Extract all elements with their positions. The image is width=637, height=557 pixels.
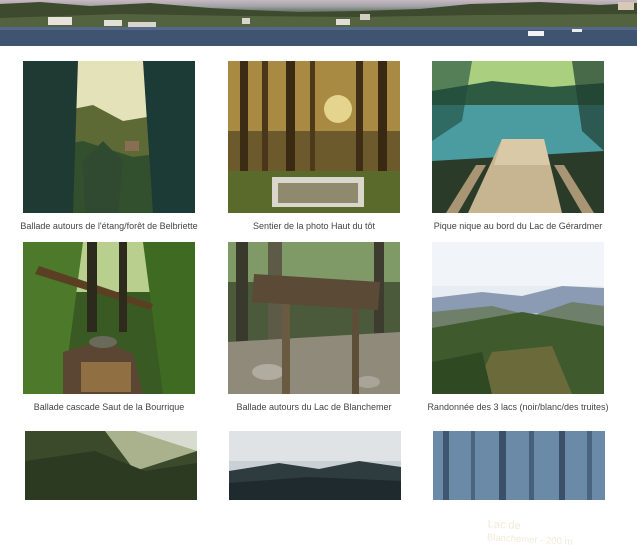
gallery-caption[interactable]: Pique nique au bord du Lac de Gérardmer (402, 220, 634, 232)
gallery-thumbnail[interactable] (25, 431, 197, 500)
gallery-thumbnail[interactable] (433, 431, 605, 500)
gallery-caption[interactable]: Ballade cascade Saut de la Bourrique (0, 401, 225, 413)
gallery-caption[interactable]: Randonnée des 3 lacs (noir/blanc/des tru… (392, 401, 637, 413)
gallery-thumbnail[interactable] (228, 61, 400, 213)
gallery-thumbnail[interactable] (432, 242, 604, 394)
gallery-caption[interactable]: Sentier de la photo Haut du tôt (198, 220, 430, 232)
gallery-thumbnail[interactable] (23, 242, 195, 394)
gallery-caption[interactable]: Ballade autours de l'étang/forêt de Belb… (0, 220, 225, 232)
gallery-thumbnail[interactable] (432, 61, 604, 213)
gallery-thumbnail[interactable] (229, 431, 401, 500)
gallery-thumbnail[interactable] (23, 61, 195, 213)
header-lake-panorama (0, 0, 637, 46)
sign-text-line-2: Blanchemer - 200 m (486, 532, 573, 548)
wooden-sign: Lac de Blanchemer - 200 m (480, 518, 609, 557)
sign-text-line-1: Lac de (487, 518, 521, 533)
gallery-thumbnail[interactable] (228, 242, 400, 394)
